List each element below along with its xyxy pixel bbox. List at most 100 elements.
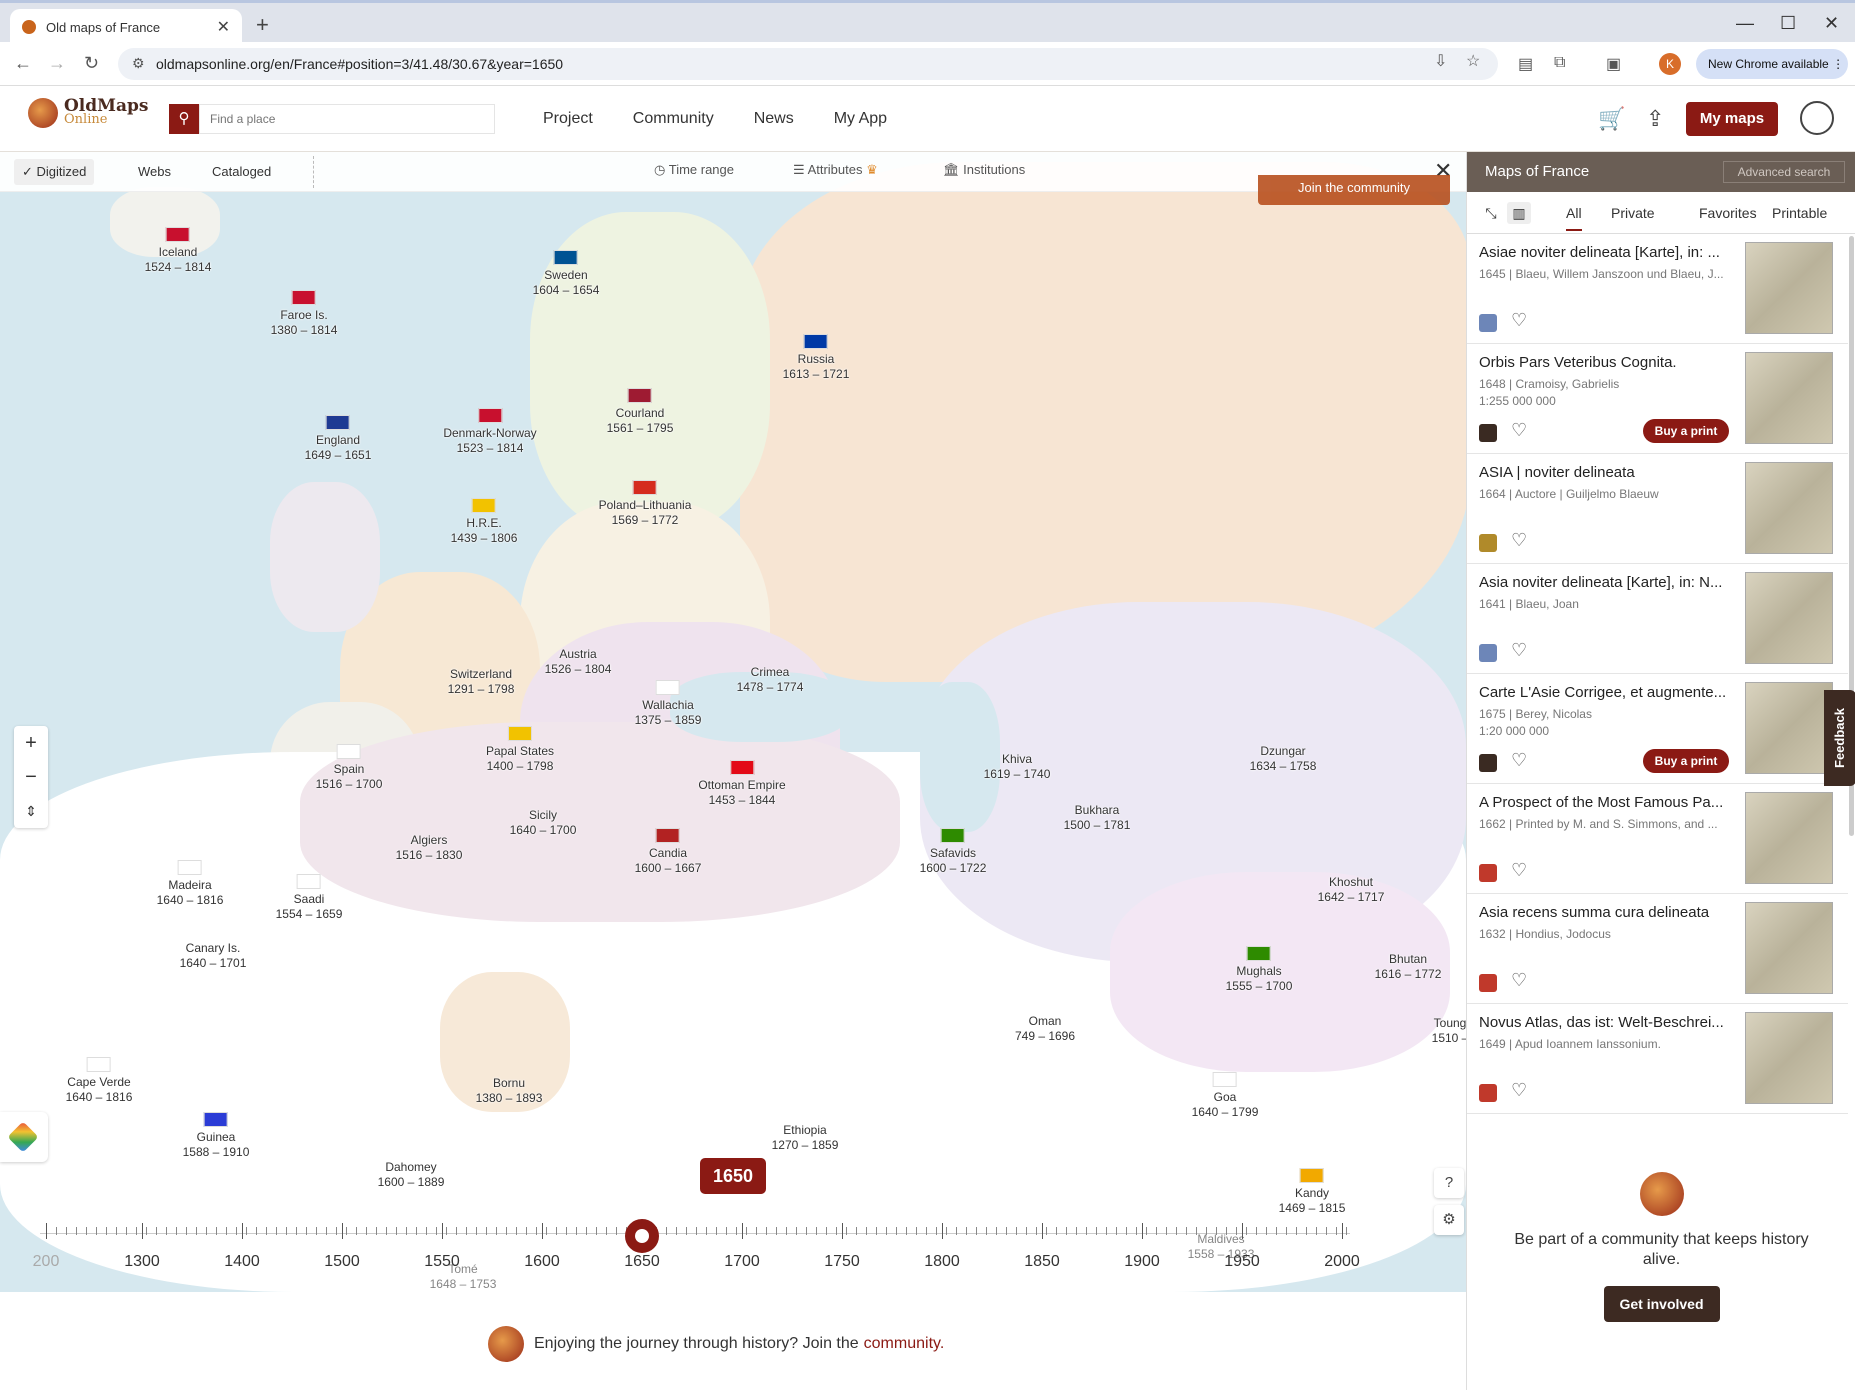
join-community-button[interactable]: Join the community	[1258, 175, 1450, 205]
map-title[interactable]: Carte L'Asie Corrigee, et augmente...	[1479, 684, 1735, 701]
sidepanel-icon[interactable]: ▣	[1606, 54, 1621, 74]
timeline-year-label[interactable]: 1600	[524, 1253, 560, 1271]
browser-tab[interactable]: Old maps of France ✕	[10, 9, 242, 45]
nav-project[interactable]: Project	[543, 110, 593, 128]
place-marker[interactable]: Papal States 1400 – 1798	[486, 726, 554, 774]
place-marker[interactable]: Mughals 1555 – 1700	[1226, 946, 1292, 994]
buy-print-button[interactable]: Buy a print	[1643, 749, 1729, 773]
favorite-heart-icon[interactable]: ♡	[1511, 530, 1527, 551]
map-result-item[interactable]: Novus Atlas, das ist: Welt-Beschrei... 16…	[1467, 1004, 1848, 1114]
map-result-item[interactable]: Asia noviter delineata [Karte], in: N...…	[1467, 564, 1848, 674]
place-label[interactable]: Crimea 1478 – 1774	[737, 665, 804, 695]
buy-print-button[interactable]: Buy a print	[1643, 419, 1729, 443]
tab-close-icon[interactable]: ✕	[217, 17, 230, 37]
bookmark-star-icon[interactable]: ☆	[1466, 51, 1480, 71]
tab-printable[interactable]: Printable	[1772, 205, 1827, 221]
place-marker[interactable]: Russia 1613 – 1721	[783, 334, 849, 382]
map-thumbnail[interactable]	[1745, 572, 1833, 664]
my-maps-button[interactable]: My maps	[1686, 102, 1778, 136]
map-result-item[interactable]: Asiae noviter delineata [Karte], in: ...…	[1467, 234, 1848, 344]
place-label[interactable]: Khoshut 1642 – 1717	[1318, 875, 1385, 905]
nav-news[interactable]: News	[754, 110, 794, 128]
institutions-button[interactable]: 🏛 Institutions	[943, 162, 1025, 178]
map-thumbnail[interactable]	[1745, 462, 1833, 554]
install-icon[interactable]: ⇩	[1434, 51, 1447, 71]
site-info-icon[interactable]: ⚙	[132, 55, 145, 72]
wallet-extension-button[interactable]	[0, 1112, 48, 1162]
place-label[interactable]: Dzungar 1634 – 1758	[1250, 744, 1317, 774]
place-label[interactable]: Austria 1526 – 1804	[545, 647, 612, 677]
history-map[interactable]: Iceland 1524 – 1814 Faroe Is. 1380 – 1814 …	[0, 152, 1466, 1292]
place-marker[interactable]: Candia 1600 – 1667	[635, 828, 701, 876]
minimize-icon[interactable]: —	[1736, 13, 1754, 34]
timeline-handle[interactable]	[625, 1219, 659, 1253]
favorite-heart-icon[interactable]: ♡	[1511, 860, 1527, 881]
profile-avatar[interactable]: K	[1659, 53, 1681, 75]
place-marker[interactable]: Courland 1561 – 1795	[607, 388, 673, 436]
place-label[interactable]: Ethiopia 1270 – 1859	[772, 1123, 839, 1153]
reload-icon[interactable]: ↻	[84, 53, 99, 74]
help-icon[interactable]: ?	[1434, 1168, 1464, 1198]
map-thumbnail[interactable]	[1745, 902, 1833, 994]
timeline-year-label[interactable]: 1750	[824, 1253, 860, 1271]
map-result-item[interactable]: Asia recens summa cura delineata 1632 | H…	[1467, 894, 1848, 1004]
map-thumbnail[interactable]	[1745, 1012, 1833, 1104]
timeline-year-label[interactable]: 1400	[224, 1253, 260, 1271]
place-marker[interactable]: Madeira 1640 – 1816	[157, 860, 223, 908]
place-marker[interactable]: Guinea 1588 – 1910	[183, 1112, 249, 1160]
favorite-heart-icon[interactable]: ♡	[1511, 640, 1527, 661]
place-marker[interactable]: Faroe Is. 1380 – 1814	[271, 290, 337, 338]
place-label[interactable]: Bukhara 1500 – 1781	[1064, 803, 1131, 833]
place-marker[interactable]: Cape Verde 1640 – 1816	[66, 1057, 132, 1105]
place-marker[interactable]: H.R.E. 1439 – 1806	[451, 498, 517, 546]
favorite-heart-icon[interactable]: ♡	[1511, 310, 1527, 331]
map-title[interactable]: Novus Atlas, das ist: Welt-Beschrei...	[1479, 1014, 1735, 1031]
community-link[interactable]: community.	[864, 1335, 945, 1353]
tab-all[interactable]: All	[1566, 205, 1582, 231]
map-thumbnail[interactable]	[1745, 352, 1833, 444]
map-title[interactable]: A Prospect of the Most Famous Pa...	[1479, 794, 1735, 811]
feedback-tab[interactable]: Feedback	[1824, 690, 1855, 786]
timeline-year-label[interactable]: 1850	[1024, 1253, 1060, 1271]
place-marker[interactable]: Wallachia 1375 – 1859	[635, 680, 701, 728]
place-label[interactable]: Toung 1510 –	[1432, 1016, 1466, 1046]
document-icon[interactable]: ▤	[1518, 54, 1533, 74]
new-chrome-button[interactable]: New Chrome available ⋮	[1696, 49, 1848, 79]
map-thumbnail[interactable]	[1745, 242, 1833, 334]
oldmaps-logo[interactable]: OldMaps Online	[28, 98, 148, 128]
tab-favorites[interactable]: Favorites	[1699, 205, 1757, 221]
place-label[interactable]: Oman 749 – 1696	[1015, 1014, 1075, 1044]
place-label[interactable]: Dahomey 1600 – 1889	[378, 1160, 445, 1190]
filter-cataloged[interactable]: Cataloged	[204, 159, 279, 185]
place-label[interactable]: Bornu 1380 – 1893	[476, 1076, 543, 1106]
map-result-item[interactable]: Carte L'Asie Corrigee, et augmente... 167…	[1467, 674, 1848, 784]
place-label[interactable]: Switzerland 1291 – 1798	[448, 667, 515, 697]
zoom-out-button[interactable]: −	[14, 760, 48, 794]
timeline-year-label[interactable]: 1900	[1124, 1253, 1160, 1271]
filter-digitized[interactable]: ✓ Digitized	[14, 159, 95, 185]
place-marker[interactable]: Poland–Lithuania 1569 – 1772	[599, 480, 691, 528]
map-title[interactable]: ASIA | noviter delineata	[1479, 464, 1735, 481]
map-title[interactable]: Orbis Pars Veteribus Cognita.	[1479, 354, 1735, 371]
timeline-year-label[interactable]: 1650	[624, 1253, 660, 1271]
timeline-year-label[interactable]: 1700	[724, 1253, 760, 1271]
compass-icon[interactable]: ⇕	[14, 794, 48, 828]
timeline-year-label[interactable]: 200	[33, 1253, 60, 1271]
place-search-input[interactable]	[199, 104, 495, 134]
maximize-icon[interactable]: ☐	[1780, 13, 1796, 34]
cart-icon[interactable]: 🛒	[1598, 106, 1625, 132]
zoom-in-button[interactable]: +	[14, 726, 48, 760]
time-range-button[interactable]: ◷ Time range	[654, 162, 734, 178]
search-icon[interactable]: ⚲	[169, 104, 199, 134]
place-marker[interactable]: Denmark-Norway 1523 – 1814	[443, 408, 537, 456]
map-title[interactable]: Asia recens summa cura delineata	[1479, 904, 1735, 921]
place-label[interactable]: Algiers 1516 – 1830	[396, 833, 463, 863]
map-result-item[interactable]: A Prospect of the Most Famous Pa... 1662 …	[1467, 784, 1848, 894]
timeline-year-label[interactable]: 1550	[424, 1253, 460, 1271]
favorite-heart-icon[interactable]: ♡	[1511, 420, 1527, 441]
place-marker[interactable]: Sweden 1604 – 1654	[533, 250, 599, 298]
year-timeline[interactable]: 200 1300 1400 1500 1550 1600 1650 1700 1750 1800 1…	[0, 1205, 1466, 1295]
timeline-year-label[interactable]: 1950	[1224, 1253, 1260, 1271]
extensions-icon[interactable]: ⧉	[1554, 54, 1565, 72]
nav-community[interactable]: Community	[633, 110, 714, 128]
